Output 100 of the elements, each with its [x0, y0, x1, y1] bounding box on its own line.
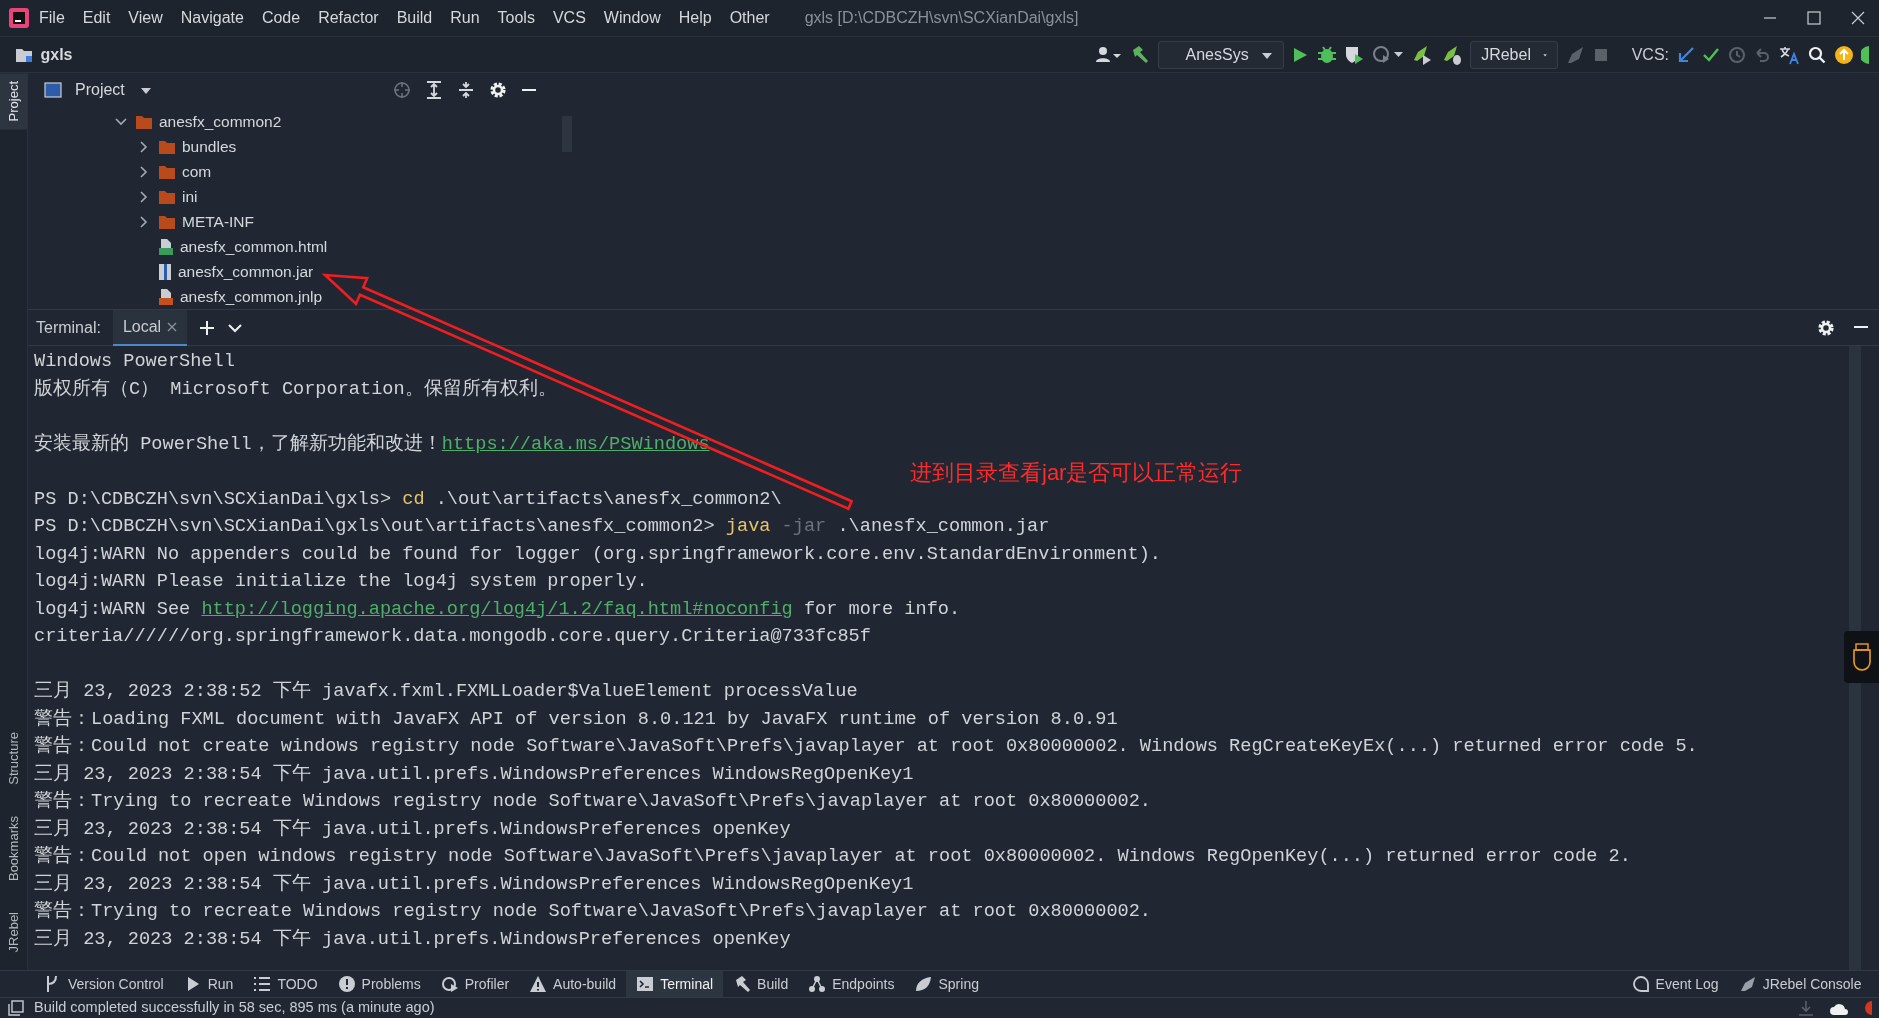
terminal-line: 三月 23, 2023 2:38:54 下午 java.util.prefs.WindowsPreferences WindowsRegOpenKey1 — [34, 762, 914, 787]
menu-item[interactable]: File — [30, 6, 74, 30]
update-icon[interactable] — [1833, 44, 1854, 65]
html-file-icon — [158, 237, 174, 256]
tool-window-button[interactable]: Problems — [327, 971, 431, 997]
speech-bubble-icon — [1631, 975, 1650, 993]
tool-window-button[interactable]: Build — [723, 971, 799, 997]
side-tab[interactable]: Project — [0, 73, 27, 130]
search-icon[interactable] — [1808, 45, 1826, 64]
menu-item[interactable]: View — [119, 6, 172, 30]
add-icon[interactable] — [199, 319, 216, 336]
terminal-line: 警告：Could not create windows registry node Software\JavaSoft\Prefs\javaplayer at root 0x80000002. Windows RegCreateKeyEx(...) returned error code 5. — [34, 734, 1698, 759]
folder-icon — [15, 46, 33, 63]
menu-item[interactable]: Navigate — [171, 6, 253, 30]
tool-window-button[interactable]: Version Control — [34, 971, 174, 997]
tree-item[interactable]: anesfx_common2 — [159, 109, 282, 134]
tree-item[interactable]: bundles — [182, 134, 237, 159]
tool-window-button[interactable]: Spring — [904, 971, 989, 997]
clock-run-icon[interactable] — [1371, 44, 1404, 65]
side-tab[interactable]: Structure — [0, 723, 27, 793]
folder-icon — [158, 163, 176, 180]
run-configuration-dropdown[interactable]: AnesSys — [1157, 40, 1284, 69]
menu-item[interactable]: Refactor — [309, 6, 388, 30]
menu-item[interactable]: Window — [594, 6, 670, 30]
tree-item[interactable]: com — [182, 159, 212, 184]
tool-window-button[interactable]: TODO — [243, 971, 328, 997]
close-icon[interactable] — [1851, 11, 1865, 25]
tree-item[interactable]: anesfx_common.html — [180, 234, 328, 259]
terminal-line: 三月 23, 2023 2:38:54 下午 java.util.prefs.WindowsPreferences openKey — [34, 927, 791, 952]
folder-icon — [158, 213, 176, 230]
hammer-icon — [733, 975, 752, 993]
project-view-dropdown[interactable]: Project — [70, 77, 157, 102]
folder-icon — [135, 113, 153, 130]
usb-icon — [1851, 643, 1872, 671]
menu-item[interactable]: Build — [387, 6, 442, 30]
terminal-line: 三月 23, 2023 2:38:52 下午 javafx.fxml.FXMLLoader$ValueElement processValue — [34, 680, 858, 704]
terminal-icon — [636, 975, 655, 993]
settings-icon[interactable] — [1817, 318, 1835, 337]
rocket-icon[interactable] — [1565, 44, 1586, 65]
list-icon — [253, 975, 272, 993]
usb-panel[interactable] — [1844, 631, 1879, 683]
tool-window-button[interactable]: Auto-build — [519, 971, 627, 997]
terminal-line: log4j:WARN No appenders could be found for logger (org.springframework.core.env.StandardEnvironment). — [34, 542, 1161, 567]
undo-icon[interactable] — [1753, 45, 1771, 64]
terminal-label: Terminal: — [36, 317, 101, 338]
terminal-link[interactable]: http://logging.apache.org/log4j/1.2/faq.html#noconfig — [201, 598, 793, 620]
annotation-text: 进到目录查看jar是否可以正常运行 — [910, 459, 1243, 487]
exclamation-icon — [337, 975, 356, 993]
download-icon[interactable] — [1797, 1000, 1814, 1016]
tool-window-button[interactable]: Terminal — [626, 971, 724, 997]
terminal-line: criteria//////org.springframework.data.mongodb.core.query.Criteria@733fc85f — [34, 625, 871, 649]
vcs-label: VCS: — [1631, 44, 1669, 65]
terminal-line: 警告：Trying to recreate Windows registry node Software\JavaSoft\Prefs\javaplayer at root 0x80000002. — [34, 899, 1152, 924]
side-tab[interactable]: Bookmarks — [0, 807, 27, 889]
menu-item[interactable]: Other — [720, 6, 779, 30]
terminal-line: 警告：Loading FXML document with JavaFX API of version 8.0.121 by JavaFX runtime of version 8.0.91 — [34, 707, 1118, 732]
scrollbar-track[interactable] — [1849, 346, 1861, 970]
terminal-line: 三月 23, 2023 2:38:54 下午 java.util.prefs.WindowsPreferences openKey — [34, 817, 791, 842]
tree-item[interactable]: META-INF — [182, 209, 255, 234]
tool-window-button[interactable]: Run — [173, 971, 244, 997]
shield-run-icon[interactable] — [1344, 44, 1365, 65]
tool-window-button[interactable]: Endpoints — [798, 971, 905, 997]
expand-all-icon[interactable] — [424, 80, 443, 99]
tool-window-button[interactable]: JRebel Console — [1728, 971, 1872, 997]
menu-item[interactable]: Tools — [488, 6, 544, 30]
tree-item[interactable]: ini — [182, 184, 198, 209]
translate-icon[interactable] — [1778, 44, 1801, 65]
terminal-line: PS D:\CDBCZH\svn\SCXianDai\gxls\out\artifacts\anesfx_common2> java -jar .\anesfx_common.jar — [34, 515, 1050, 539]
collapse-all-icon[interactable] — [456, 80, 475, 99]
jrebel-configuration-dropdown[interactable]: JRebel — [1470, 40, 1559, 69]
panel-icon — [44, 81, 62, 98]
rocket-icon — [1738, 975, 1757, 993]
side-tab[interactable]: JRebel — [0, 903, 27, 960]
terminal-line: 警告：Trying to recreate Windows registry node Software\JavaSoft\Prefs\javaplayer at root 0x80000002. — [34, 789, 1152, 814]
menu-item[interactable]: Edit — [73, 6, 120, 30]
terminal-line: 三月 23, 2023 2:38:54 下午 java.util.prefs.WindowsPreferences WindowsRegOpenKey1 — [34, 872, 914, 897]
menu-item[interactable]: Help — [669, 6, 721, 30]
target-icon[interactable] — [392, 80, 411, 99]
terminal-tab[interactable]: Local — [112, 309, 188, 346]
leaf-icon — [914, 975, 933, 993]
panel-toggle-icon[interactable] — [8, 1000, 24, 1016]
menu-item[interactable]: Run — [441, 6, 489, 30]
settings-icon[interactable] — [488, 80, 507, 99]
tool-window-button[interactable]: Event Log — [1621, 971, 1729, 997]
terminal-text: 安装最新的 PowerShell，了解新功能和改进！ — [34, 433, 442, 455]
project-button[interactable]: gxls — [10, 42, 78, 67]
history-icon[interactable] — [1727, 45, 1746, 64]
update-arrow-icon[interactable] — [1676, 45, 1695, 64]
stop-icon[interactable] — [1593, 46, 1610, 63]
user-icon[interactable] — [1094, 45, 1123, 64]
menu-item[interactable]: VCS — [543, 6, 595, 30]
tree-item[interactable]: anesfx_common.jnlp — [180, 284, 323, 309]
hammer-icon[interactable] — [1130, 44, 1151, 65]
bug-icon[interactable] — [1316, 44, 1337, 65]
menu-item[interactable]: Code — [252, 6, 310, 30]
tool-window-button[interactable]: Profiler — [430, 971, 520, 997]
close-icon[interactable] — [167, 321, 178, 332]
tree-item[interactable]: anesfx_common.jar — [178, 259, 314, 284]
maximize-icon[interactable] — [1807, 11, 1821, 25]
terminal-text: for more info. — [802, 598, 961, 620]
